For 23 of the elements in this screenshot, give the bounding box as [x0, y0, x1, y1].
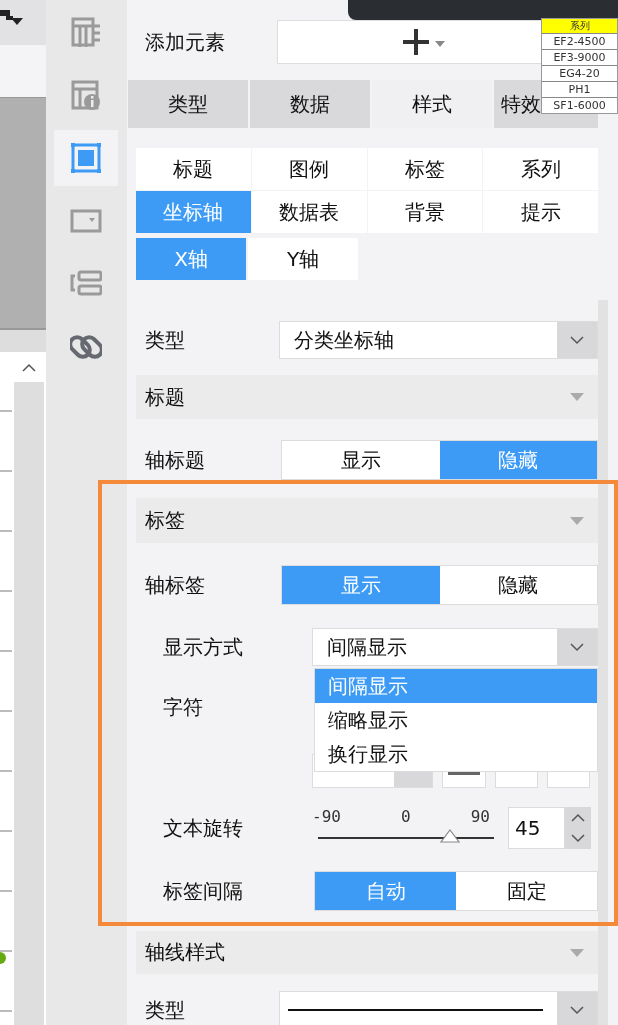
field-label: 字符 [162, 694, 204, 721]
legend-item: PH1 [542, 81, 617, 97]
dropdown-value: 间隔显示 [326, 633, 408, 661]
legend-item: EG4-20 [542, 65, 617, 81]
legend-item: SF1-6000 [542, 97, 617, 113]
field-label: 标签间隔 [162, 877, 244, 905]
tick-label: 90 [470, 807, 490, 826]
legend-header: 系列 [542, 19, 617, 33]
field-label: 显示方式 [162, 633, 244, 661]
field-label: 类型 [144, 997, 186, 1024]
legend-item: EF3-9000 [542, 49, 617, 65]
field-label: 类型 [144, 326, 186, 354]
section-title: 标题 [145, 383, 185, 411]
section-title: 轴线样式 [145, 939, 225, 966]
section-title: 标签 [145, 507, 185, 534]
tick-label: -90 [312, 807, 341, 826]
legend-item: EF2-4500 [542, 33, 617, 49]
field-label: 文本旋转 [162, 814, 244, 842]
field-label: 添加元素 [144, 28, 226, 56]
dropdown-value: 分类坐标轴 [293, 326, 395, 354]
tick-label: 0 [401, 807, 411, 826]
field-label: 轴标题 [144, 446, 206, 474]
field-label: 轴标签 [144, 571, 206, 599]
